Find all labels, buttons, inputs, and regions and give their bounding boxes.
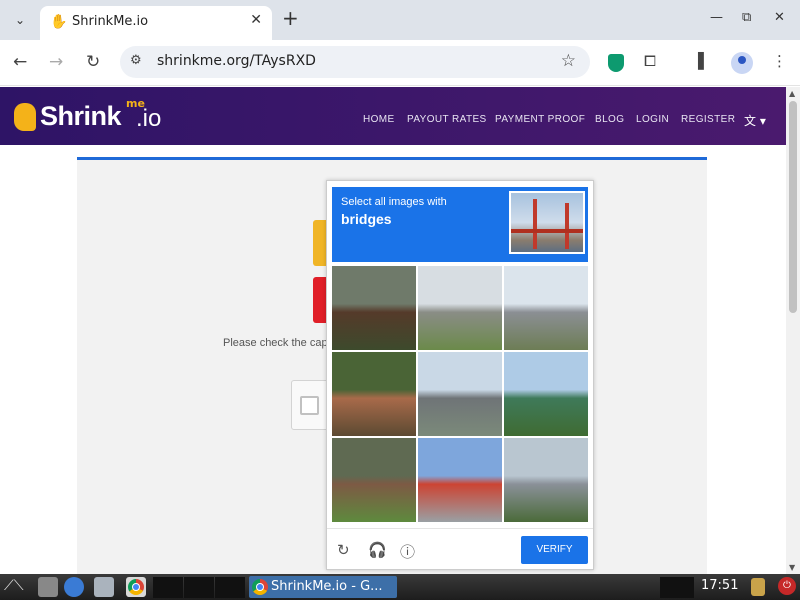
hand-icon: ✋ xyxy=(50,14,68,30)
minimize-icon[interactable]: — xyxy=(710,10,723,25)
power-icon[interactable]: ⏻ xyxy=(778,577,796,595)
shield-extension-icon[interactable] xyxy=(608,54,624,72)
start-menu-icon[interactable]: ⟋⟍ xyxy=(4,578,32,596)
scrollbar-thumb[interactable] xyxy=(789,101,797,313)
nav-home[interactable]: HOME xyxy=(363,114,395,125)
captcha-tile[interactable] xyxy=(418,352,502,436)
plus-icon[interactable]: + xyxy=(282,6,299,30)
globe-icon[interactable] xyxy=(64,577,84,597)
reload-icon[interactable]: ↻ xyxy=(86,52,100,72)
site-header: Shrink me .io HOME PAYOUT RATES PAYMENT … xyxy=(0,87,786,145)
browser-toolbar: ← → ↻ ⚙ shrinkme.org/TAysRXD ☆ ⧠ ▌ ⋮ xyxy=(0,40,800,86)
captcha-footer: ↻ 🎧 ⓘ VERIFY xyxy=(327,528,593,570)
url-text[interactable]: shrinkme.org/TAysRXD xyxy=(157,53,316,69)
tab-title: ShrinkMe.io xyxy=(72,14,149,29)
hand-logo-icon xyxy=(14,103,36,131)
headphones-icon[interactable]: 🎧 xyxy=(368,541,387,559)
chevron-down-icon: ⌄ xyxy=(14,13,26,27)
reload-icon[interactable]: ↻ xyxy=(337,541,350,559)
nav-login[interactable]: LOGIN xyxy=(636,114,669,125)
kebab-menu-icon[interactable]: ⋮ xyxy=(772,52,787,70)
chrome-icon xyxy=(252,579,268,595)
captcha-challenge: Select all images with bridges ↻ 🎧 ⓘ VER… xyxy=(326,180,594,570)
side-panel-icon[interactable]: ▌ xyxy=(698,52,710,70)
tune-icon[interactable]: ⚙ xyxy=(130,53,142,68)
verify-button[interactable]: VERIFY xyxy=(521,536,588,564)
captcha-tile[interactable] xyxy=(418,266,502,350)
file-manager-icon[interactable] xyxy=(94,577,114,597)
tray-slot[interactable] xyxy=(660,577,694,598)
captcha-tile[interactable] xyxy=(504,352,588,436)
browser-tab[interactable]: ✋ ShrinkMe.io ✕ xyxy=(40,6,272,40)
nav-blog[interactable]: BLOG xyxy=(595,114,624,125)
taskbar-slot[interactable] xyxy=(215,577,245,598)
captcha-tile[interactable] xyxy=(332,438,416,522)
nav-register[interactable]: REGISTER xyxy=(681,114,735,125)
captcha-target: bridges xyxy=(341,211,392,227)
vertical-scrollbar[interactable]: ▲ ▼ xyxy=(786,87,800,574)
forward-arrow-icon[interactable]: → xyxy=(49,52,63,72)
os-taskbar: ⟋⟍ ShrinkMe.io - G... 17:51 ⏻ xyxy=(0,574,800,600)
address-bar[interactable]: ⚙ shrinkme.org/TAysRXD ☆ xyxy=(120,46,590,78)
maximize-icon[interactable]: ⧉ xyxy=(742,10,751,25)
captcha-header: Select all images with bridges xyxy=(332,187,588,262)
captcha-tile[interactable] xyxy=(504,438,588,522)
star-icon[interactable]: ☆ xyxy=(561,51,576,71)
chrome-launcher-icon[interactable] xyxy=(126,577,146,597)
window-close-icon[interactable]: ✕ xyxy=(774,10,785,25)
nav-payout-rates[interactable]: PAYOUT RATES xyxy=(407,114,487,125)
close-icon[interactable]: ✕ xyxy=(250,12,262,28)
logo-text: Shrink xyxy=(40,101,122,131)
language-icon[interactable]: 文 ▾ xyxy=(744,112,766,129)
sample-bridge-image xyxy=(509,191,585,254)
browser-tab-strip: ⌄ ✋ ShrinkMe.io ✕ + — ⧉ ✕ xyxy=(0,0,800,40)
captcha-tile[interactable] xyxy=(418,438,502,522)
task-label: ShrinkMe.io - G... xyxy=(271,579,383,594)
battery-icon[interactable] xyxy=(751,578,765,596)
scroll-down-icon[interactable]: ▼ xyxy=(789,563,795,572)
clock: 17:51 xyxy=(701,578,739,593)
info-icon[interactable]: ⓘ xyxy=(400,541,415,562)
nav-payment-proof[interactable]: PAYMENT PROOF xyxy=(495,114,585,125)
recaptcha-checkbox[interactable] xyxy=(300,396,319,415)
captcha-instruction: Please check the captcha xyxy=(223,337,326,349)
captcha-tile[interactable] xyxy=(504,266,588,350)
captcha-image-grid xyxy=(332,266,590,524)
desktop-icon[interactable] xyxy=(38,577,58,597)
profile-icon[interactable] xyxy=(731,52,753,74)
taskbar-task-chrome[interactable]: ShrinkMe.io - G... xyxy=(249,576,397,598)
logo-io: .io xyxy=(136,105,162,132)
captcha-prompt: Select all images with xyxy=(341,196,447,208)
back-arrow-icon[interactable]: ← xyxy=(13,52,27,72)
captcha-tile[interactable] xyxy=(332,352,416,436)
captcha-tile[interactable] xyxy=(332,266,416,350)
taskbar-slot[interactable] xyxy=(153,577,183,598)
scroll-up-icon[interactable]: ▲ xyxy=(789,89,795,98)
puzzle-icon[interactable]: ⧠ xyxy=(644,52,656,70)
tab-search-button[interactable]: ⌄ xyxy=(8,8,32,32)
taskbar-slot[interactable] xyxy=(184,577,214,598)
